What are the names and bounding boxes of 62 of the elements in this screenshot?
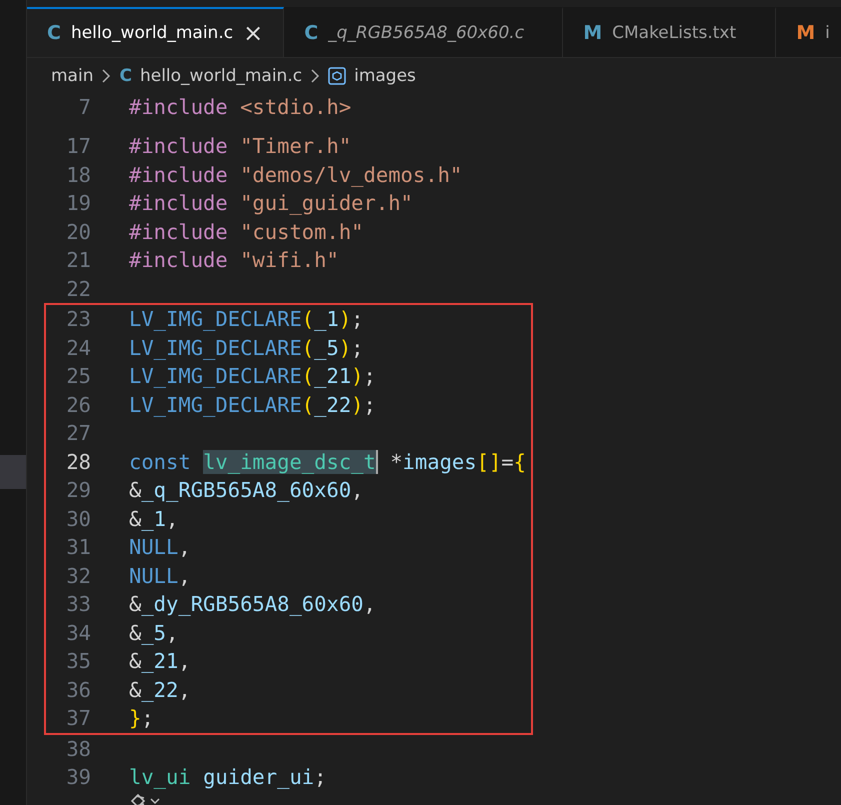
close-icon[interactable]: × xyxy=(243,21,264,45)
code-line: }; xyxy=(129,706,154,730)
line-number: 33 xyxy=(65,592,91,616)
line-number: 36 xyxy=(65,678,91,702)
line-number: 35 xyxy=(65,649,91,674)
file-type-icon: M xyxy=(796,22,816,44)
line-number: 23 xyxy=(65,307,91,332)
code-line: NULL, xyxy=(129,535,191,560)
line-number: 31 xyxy=(65,535,91,560)
code-line: #include <stdio.h> xyxy=(129,95,352,119)
line-number: 34 xyxy=(65,620,91,645)
line-number: 30 xyxy=(65,506,91,531)
line-number: 32 xyxy=(65,564,91,588)
file-type-icon: M xyxy=(583,22,602,44)
code-line: #include "Timer.h" xyxy=(129,134,352,158)
code-line: #include "demos/lv_demos.h" xyxy=(129,162,462,187)
line-number: 38 xyxy=(65,736,91,761)
line-number: 29 xyxy=(65,478,91,502)
code-line: const lv_image_dsc_t *images[]={ xyxy=(129,450,526,474)
tab-label: _q_RGB565A8_60x60.c xyxy=(328,23,524,43)
code-line: &_dy_RGB565A8_60x60, xyxy=(129,592,376,616)
line-number: 28 xyxy=(65,450,91,474)
file-type-icon: C xyxy=(47,22,61,44)
code-line: LV_IMG_DECLARE(_21); xyxy=(129,364,376,388)
line-number: 37 xyxy=(65,706,91,730)
code-line: &_22, xyxy=(129,678,191,702)
line-number: 21 xyxy=(65,248,91,272)
line-number: 7 xyxy=(78,95,91,119)
code-line: NULL, xyxy=(129,564,191,588)
code-line: &_5, xyxy=(129,620,178,645)
code-line: #include "gui_guider.h" xyxy=(129,191,413,216)
line-number: 18 xyxy=(65,162,91,187)
line-number: 19 xyxy=(65,191,91,216)
editor-tab[interactable]: M i xyxy=(776,7,841,57)
editor-tab[interactable]: C _q_RGB565A8_60x60.c xyxy=(284,7,564,57)
line-number: 26 xyxy=(65,392,91,417)
tab-label: CMakeLists.txt xyxy=(612,23,736,43)
code-line: LV_IMG_DECLARE(_5); xyxy=(129,336,364,360)
code-line: LV_IMG_DECLARE(_1); xyxy=(129,307,364,332)
file-type-icon: C xyxy=(304,22,318,44)
tab-label: i xyxy=(825,23,830,43)
breadcrumb-item[interactable]: images xyxy=(354,66,416,86)
line-number: 17 xyxy=(65,134,91,158)
code-line: #include "wifi.h" xyxy=(129,248,339,272)
code-line: &_q_RGB565A8_60x60, xyxy=(129,478,364,502)
line-number: 24 xyxy=(65,336,91,360)
line-number: 22 xyxy=(65,276,91,301)
editor-tab[interactable]: M CMakeLists.txt xyxy=(563,7,776,57)
code-line: LV_IMG_DECLARE(_22); xyxy=(129,392,376,417)
line-number: 25 xyxy=(65,364,91,388)
code-line: #include "custom.h" xyxy=(129,220,364,244)
editor-tab[interactable]: C hello_world_main.c × xyxy=(27,7,284,57)
code-line: &_21, xyxy=(129,649,191,674)
tab-label: hello_world_main.c xyxy=(70,23,234,43)
file-type-icon: C xyxy=(119,66,132,86)
breadcrumb-item[interactable]: hello_world_main.c xyxy=(140,66,302,86)
code-line: lv_ui guider_ui; xyxy=(129,765,326,790)
line-number: 20 xyxy=(65,220,91,244)
breadcrumb-item[interactable]: main xyxy=(51,66,94,86)
code-line: &_1, xyxy=(129,506,178,531)
line-number: 27 xyxy=(65,421,91,446)
line-number: 39 xyxy=(65,765,91,790)
